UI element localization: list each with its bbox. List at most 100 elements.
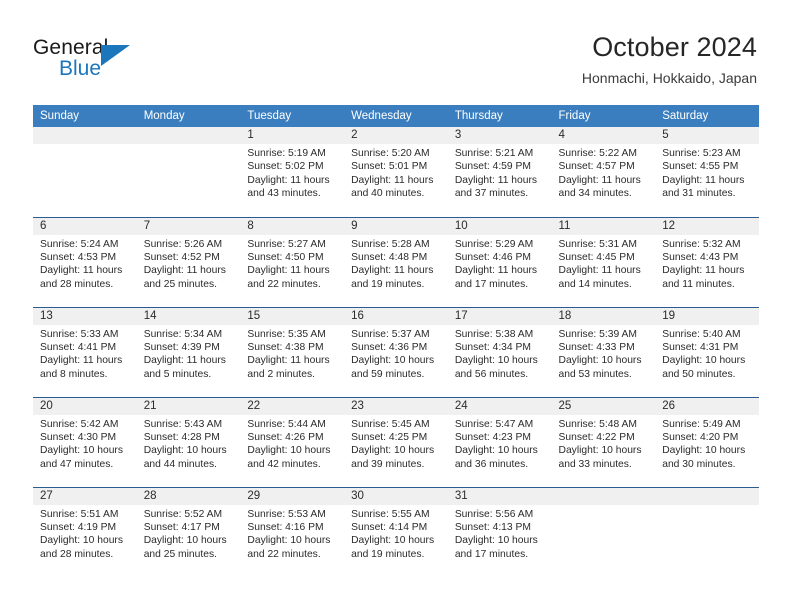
calendar-day-cell[interactable]: 29 Sunrise: 5:53 AM Sunset: 4:16 PM Dayli… (240, 486, 345, 577)
calendar-day-cell[interactable]: 17 Sunrise: 5:38 AM Sunset: 4:34 PM Dayli… (447, 306, 552, 397)
calendar-day-cell[interactable]: 20 Sunrise: 5:42 AM Sunset: 4:30 PM Dayli… (33, 396, 137, 487)
title-block: October 2024 Honmachi, Hokkaido, Japan (582, 31, 757, 88)
calendar-week-row: 1 Sunrise: 5:19 AM Sunset: 5:02 PM Daylig… (33, 127, 759, 217)
logo-text-blue: Blue (59, 57, 102, 80)
calendar-day-cell[interactable]: 31 Sunrise: 5:56 AM Sunset: 4:13 PM Dayli… (447, 486, 552, 577)
calendar-page: General Blue October 2024 Honmachi, Hokk… (0, 0, 792, 612)
weekday-header-monday: Monday (136, 105, 241, 127)
day-number: 2 (344, 127, 448, 144)
calendar-day-cell[interactable]: 4 Sunrise: 5:22 AM Sunset: 4:57 PM Daylig… (551, 127, 656, 217)
day-number: 4 (551, 127, 656, 144)
day-number: 19 (655, 307, 759, 325)
day-sun-details: Sunrise: 5:51 AM Sunset: 4:19 PM Dayligh… (40, 508, 123, 560)
calendar-day-cell-empty (136, 127, 241, 217)
calendar-day-cell-empty (655, 486, 759, 577)
day-sun-details: Sunrise: 5:47 AM Sunset: 4:23 PM Dayligh… (454, 418, 538, 470)
calendar-day-cell[interactable]: 13 Sunrise: 5:33 AM Sunset: 4:41 PM Dayli… (33, 306, 137, 397)
calendar-day-cell[interactable]: 12 Sunrise: 5:32 AM Sunset: 4:43 PM Dayli… (655, 216, 759, 307)
day-number: 9 (344, 217, 448, 235)
calendar-day-cell[interactable]: 26 Sunrise: 5:49 AM Sunset: 4:20 PM Dayli… (655, 396, 759, 487)
day-sun-details: Sunrise: 5:34 AM Sunset: 4:39 PM Dayligh… (143, 328, 226, 380)
general-blue-logo[interactable]: General Blue (33, 36, 203, 86)
day-sun-details: Sunrise: 5:44 AM Sunset: 4:26 PM Dayligh… (247, 418, 331, 470)
day-sun-details: Sunrise: 5:19 AM Sunset: 5:02 PM Dayligh… (247, 148, 330, 200)
day-sun-details: Sunrise: 5:52 AM Sunset: 4:17 PM Dayligh… (143, 508, 227, 560)
calendar-day-cell[interactable]: 16 Sunrise: 5:37 AM Sunset: 4:36 PM Dayli… (344, 306, 448, 397)
calendar-day-cell[interactable]: 9 Sunrise: 5:28 AM Sunset: 4:48 PM Daylig… (344, 216, 448, 307)
day-number: 29 (240, 487, 345, 505)
day-number: 26 (655, 397, 759, 415)
day-number: 6 (33, 217, 137, 235)
day-number: 17 (447, 307, 552, 325)
day-number: 11 (551, 217, 656, 235)
calendar-body: 1 Sunrise: 5:19 AM Sunset: 5:02 PM Daylig… (33, 127, 759, 577)
day-number (655, 487, 759, 505)
calendar-day-cell[interactable]: 19 Sunrise: 5:40 AM Sunset: 4:31 PM Dayli… (655, 306, 759, 397)
day-number: 28 (136, 487, 241, 505)
calendar-day-cell[interactable]: 6 Sunrise: 5:24 AM Sunset: 4:53 PM Daylig… (33, 216, 137, 307)
day-number: 27 (33, 487, 137, 505)
day-number: 30 (344, 487, 448, 505)
day-sun-details: Sunrise: 5:53 AM Sunset: 4:16 PM Dayligh… (247, 508, 331, 560)
day-sun-details: Sunrise: 5:26 AM Sunset: 4:52 PM Dayligh… (143, 238, 226, 290)
day-number: 24 (447, 397, 552, 415)
calendar-day-cell[interactable]: 2 Sunrise: 5:20 AM Sunset: 5:01 PM Daylig… (344, 127, 448, 217)
day-number: 21 (136, 397, 241, 415)
weekday-header-tuesday: Tuesday (240, 105, 345, 127)
calendar-day-cell[interactable]: 5 Sunrise: 5:23 AM Sunset: 4:55 PM Daylig… (655, 127, 759, 217)
calendar-day-cell[interactable]: 21 Sunrise: 5:43 AM Sunset: 4:28 PM Dayli… (136, 396, 241, 487)
day-number: 23 (344, 397, 448, 415)
day-number: 22 (240, 397, 345, 415)
day-sun-details: Sunrise: 5:21 AM Sunset: 4:59 PM Dayligh… (454, 148, 538, 200)
calendar-week-row: 6 Sunrise: 5:24 AM Sunset: 4:53 PM Daylig… (33, 216, 759, 307)
calendar-day-cell[interactable]: 11 Sunrise: 5:31 AM Sunset: 4:45 PM Dayli… (551, 216, 656, 307)
day-sun-details (137, 144, 241, 147)
calendar-day-cell[interactable]: 1 Sunrise: 5:19 AM Sunset: 5:02 PM Daylig… (240, 127, 345, 217)
calendar-week-row: 13 Sunrise: 5:33 AM Sunset: 4:41 PM Dayli… (33, 306, 759, 397)
day-sun-details: Sunrise: 5:35 AM Sunset: 4:38 PM Dayligh… (247, 328, 330, 380)
day-sun-details: Sunrise: 5:43 AM Sunset: 4:28 PM Dayligh… (143, 418, 227, 470)
day-number: 18 (551, 307, 656, 325)
day-number: 3 (447, 127, 552, 144)
calendar-week-row: 20 Sunrise: 5:42 AM Sunset: 4:30 PM Dayli… (33, 396, 759, 487)
calendar-day-cell[interactable]: 30 Sunrise: 5:55 AM Sunset: 4:14 PM Dayli… (344, 486, 448, 577)
blue-triangle-icon (101, 45, 130, 66)
day-sun-details: Sunrise: 5:23 AM Sunset: 4:55 PM Dayligh… (662, 148, 745, 200)
day-sun-details: Sunrise: 5:37 AM Sunset: 4:36 PM Dayligh… (351, 328, 435, 380)
calendar-day-cell[interactable]: 28 Sunrise: 5:52 AM Sunset: 4:17 PM Dayli… (136, 486, 241, 577)
calendar-day-cell[interactable]: 8 Sunrise: 5:27 AM Sunset: 4:50 PM Daylig… (240, 216, 345, 307)
day-number: 7 (136, 217, 241, 235)
day-sun-details: Sunrise: 5:27 AM Sunset: 4:50 PM Dayligh… (247, 238, 330, 290)
calendar-day-cell[interactable]: 14 Sunrise: 5:34 AM Sunset: 4:39 PM Dayli… (136, 306, 241, 397)
day-number: 5 (655, 127, 759, 144)
calendar-day-cell[interactable]: 18 Sunrise: 5:39 AM Sunset: 4:33 PM Dayli… (551, 306, 656, 397)
calendar-day-cell[interactable]: 25 Sunrise: 5:48 AM Sunset: 4:22 PM Dayli… (551, 396, 656, 487)
day-sun-details: Sunrise: 5:42 AM Sunset: 4:30 PM Dayligh… (40, 418, 123, 470)
day-sun-details (552, 505, 656, 508)
calendar-day-cell[interactable]: 24 Sunrise: 5:47 AM Sunset: 4:23 PM Dayli… (447, 396, 552, 487)
calendar-day-cell[interactable]: 7 Sunrise: 5:26 AM Sunset: 4:52 PM Daylig… (136, 216, 241, 307)
calendar-day-cell[interactable]: 3 Sunrise: 5:21 AM Sunset: 4:59 PM Daylig… (447, 127, 552, 217)
calendar-day-cell[interactable]: 10 Sunrise: 5:29 AM Sunset: 4:46 PM Dayli… (447, 216, 552, 307)
day-number: 1 (240, 127, 345, 144)
calendar-day-cell[interactable]: 22 Sunrise: 5:44 AM Sunset: 4:26 PM Dayli… (240, 396, 345, 487)
day-sun-details: Sunrise: 5:29 AM Sunset: 4:46 PM Dayligh… (454, 238, 538, 290)
day-number (136, 127, 241, 144)
day-sun-details: Sunrise: 5:33 AM Sunset: 4:41 PM Dayligh… (40, 328, 123, 380)
calendar-day-cell[interactable]: 23 Sunrise: 5:45 AM Sunset: 4:25 PM Dayli… (344, 396, 448, 487)
calendar-day-cell-empty (551, 486, 656, 577)
day-sun-details (33, 144, 137, 147)
sunrise-sunset-calendar: Sunday Monday Tuesday Wednesday Thursday Frid… (33, 105, 759, 577)
weekday-header-saturday: Saturday (655, 105, 759, 127)
calendar-day-cell[interactable]: 15 Sunrise: 5:35 AM Sunset: 4:38 PM Dayli… (240, 306, 345, 397)
day-sun-details: Sunrise: 5:56 AM Sunset: 4:13 PM Dayligh… (454, 508, 538, 560)
page-header: General Blue October 2024 Honmachi, Hokk… (0, 0, 792, 100)
weekday-header-wednesday: Wednesday (344, 105, 448, 127)
calendar-day-cell[interactable]: 27 Sunrise: 5:51 AM Sunset: 4:19 PM Dayli… (33, 486, 137, 577)
day-number (551, 487, 656, 505)
day-number: 12 (655, 217, 759, 235)
day-number: 31 (447, 487, 552, 505)
day-number: 25 (551, 397, 656, 415)
day-sun-details: Sunrise: 5:38 AM Sunset: 4:34 PM Dayligh… (454, 328, 538, 380)
day-sun-details: Sunrise: 5:31 AM Sunset: 4:45 PM Dayligh… (558, 238, 641, 290)
